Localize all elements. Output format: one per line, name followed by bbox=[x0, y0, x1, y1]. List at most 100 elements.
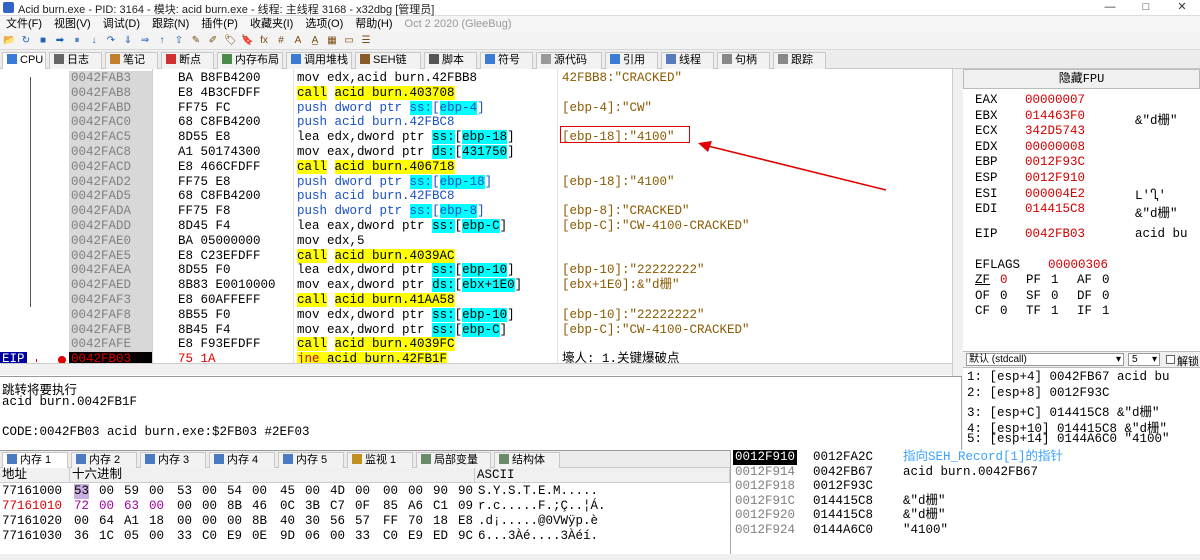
dump-byte[interactable]: 00 bbox=[74, 514, 89, 529]
stack-row[interactable]: 0012F924 0144A6C0 "4100" bbox=[731, 523, 1200, 538]
dump-tab-8[interactable]: 结构体 bbox=[494, 452, 560, 469]
stack-row[interactable]: 0012F914 0042FB67 acid burn.0042FB67 bbox=[731, 465, 1200, 480]
memory-dump[interactable]: 地址 十六进制 ASCII 77161000 53 00 59 00 53 00 54 00 45… bbox=[0, 468, 730, 560]
dump-byte[interactable]: E8 bbox=[458, 514, 473, 529]
dump-byte[interactable]: 18 bbox=[433, 514, 448, 529]
stack-row[interactable]: 0012F920 014415C8 &"d栅" bbox=[731, 508, 1200, 523]
tab-source[interactable]: 源代码 bbox=[536, 52, 602, 69]
open-icon[interactable]: 📂 bbox=[3, 35, 15, 47]
log-icon[interactable]: ☰ bbox=[360, 35, 372, 47]
calculator-icon[interactable]: ▦ bbox=[326, 35, 338, 47]
dump-byte[interactable]: C1 bbox=[433, 499, 448, 514]
flag-value[interactable]: 0 bbox=[1000, 273, 1008, 287]
dump-byte[interactable]: 53 bbox=[74, 484, 90, 499]
dump-byte[interactable]: E9 bbox=[408, 529, 423, 544]
dump-byte[interactable]: C7 bbox=[330, 499, 345, 514]
dump-tab-3[interactable]: 内存 3 bbox=[140, 452, 206, 469]
maximize-button[interactable]: □ bbox=[1128, 0, 1164, 16]
register-value[interactable]: 0012F93C bbox=[1025, 155, 1085, 169]
dump-byte[interactable]: 45 bbox=[280, 484, 295, 499]
dump-tab-7[interactable]: 局部变量 bbox=[416, 452, 491, 469]
dump-byte[interactable]: C0 bbox=[383, 529, 398, 544]
dump-byte[interactable]: 56 bbox=[330, 514, 345, 529]
dump-byte[interactable]: 00 bbox=[177, 514, 192, 529]
disasm-row[interactable]: 0042FAE0 BA 05000000 mov edx,5 bbox=[0, 233, 952, 249]
dump-byte[interactable]: 00 bbox=[252, 484, 267, 499]
unlock-checkbox[interactable] bbox=[1166, 355, 1175, 364]
tab-cpu[interactable]: CPU bbox=[2, 52, 46, 70]
dump-byte[interactable]: 00 bbox=[149, 484, 164, 499]
tab-breakpoint[interactable]: 断点 bbox=[161, 52, 214, 69]
memory-icon[interactable]: ▭ bbox=[343, 35, 355, 47]
minimize-button[interactable]: — bbox=[1092, 0, 1128, 16]
dump-byte[interactable]: 72 bbox=[74, 499, 89, 514]
dump-byte[interactable]: 09 bbox=[458, 499, 473, 514]
register-value[interactable]: 0012F910 bbox=[1025, 171, 1085, 185]
argument-count-spinner[interactable]: 5 ▾ bbox=[1128, 353, 1160, 366]
calling-convention-select[interactable]: 默认 (stdcall) ▾ bbox=[966, 353, 1124, 366]
run-icon[interactable]: ➡ bbox=[54, 35, 66, 47]
tab-notes[interactable]: 笔记 bbox=[105, 52, 158, 69]
register-value[interactable]: 014463F0 bbox=[1025, 109, 1085, 123]
dump-byte[interactable]: 9D bbox=[280, 529, 295, 544]
dump-byte[interactable]: 00 bbox=[149, 529, 164, 544]
dump-byte[interactable]: 00 bbox=[383, 484, 398, 499]
dump-byte[interactable]: 3B bbox=[305, 499, 320, 514]
dump-byte[interactable]: 0F bbox=[355, 499, 370, 514]
dump-byte[interactable]: 53 bbox=[177, 484, 192, 499]
dump-byte[interactable]: 90 bbox=[458, 484, 473, 499]
run-to-user-icon[interactable]: ⇧ bbox=[173, 35, 185, 47]
disasm-row[interactable]: 0042FAFE E8 F93EFDFF call acid burn.4039FC bbox=[0, 337, 952, 353]
text-icon[interactable]: A bbox=[292, 35, 304, 47]
dump-byte[interactable]: 59 bbox=[124, 484, 139, 499]
tab-references[interactable]: 引用 bbox=[605, 52, 658, 69]
dump-byte[interactable]: 1C bbox=[99, 529, 114, 544]
strings-icon[interactable]: A̲ bbox=[309, 35, 321, 47]
menu-debug[interactable]: 调试(D) bbox=[97, 16, 146, 32]
disassembly-scrollbar[interactable] bbox=[952, 69, 962, 376]
flag-value[interactable]: 0 bbox=[1051, 289, 1059, 303]
label-icon[interactable]: 🏷 bbox=[224, 35, 237, 47]
trace-over-icon[interactable]: ⇒ bbox=[139, 35, 151, 47]
dump-byte[interactable]: 40 bbox=[280, 514, 295, 529]
disasm-row[interactable]: 0042FAF8 8B55 F0 mov edx,dword ptr ss:[ebp… bbox=[0, 307, 952, 323]
dump-byte[interactable]: 00 bbox=[202, 499, 217, 514]
dump-byte[interactable]: 00 bbox=[355, 484, 370, 499]
dump-byte[interactable]: 00 bbox=[202, 514, 217, 529]
eflags-value[interactable]: 00000306 bbox=[1048, 258, 1108, 272]
restart-icon[interactable]: ↻ bbox=[20, 35, 32, 47]
hide-fpu-button[interactable]: 隐藏FPU bbox=[963, 69, 1200, 89]
step-into-icon[interactable]: ↓ bbox=[88, 35, 100, 47]
dump-byte[interactable]: 00 bbox=[149, 499, 164, 514]
dump-byte[interactable]: 06 bbox=[305, 529, 320, 544]
dump-tab-4[interactable]: 内存 4 bbox=[209, 452, 275, 469]
dump-byte[interactable]: 8B bbox=[252, 514, 267, 529]
dump-byte[interactable]: 33 bbox=[177, 529, 192, 544]
register-value[interactable]: 0042FB03 bbox=[1025, 227, 1085, 241]
menu-view[interactable]: 视图(V) bbox=[48, 16, 97, 32]
dump-byte[interactable]: 54 bbox=[227, 484, 242, 499]
close-button[interactable]: ✕ bbox=[1164, 0, 1200, 16]
dump-byte[interactable]: 00 bbox=[330, 529, 345, 544]
register-value[interactable]: 00000007 bbox=[1025, 93, 1085, 107]
pause-icon[interactable]: ⏸ bbox=[71, 35, 83, 47]
menu-options[interactable]: 选项(O) bbox=[299, 16, 349, 32]
menu-favourites[interactable]: 收藏夹(I) bbox=[244, 16, 299, 32]
flag-value[interactable]: 1 bbox=[1051, 273, 1059, 287]
dump-byte[interactable]: 00 bbox=[305, 484, 320, 499]
dump-byte[interactable]: 4D bbox=[330, 484, 345, 499]
dump-byte[interactable]: 46 bbox=[252, 499, 267, 514]
stack-row[interactable]: 0012F918 0012F93C bbox=[731, 479, 1200, 494]
flag-value[interactable]: 0 bbox=[1000, 289, 1008, 303]
menu-trace[interactable]: 跟踪(N) bbox=[146, 16, 195, 32]
dump-byte[interactable]: 70 bbox=[408, 514, 423, 529]
dump-byte[interactable]: 0E bbox=[252, 529, 267, 544]
dump-byte[interactable]: 85 bbox=[383, 499, 398, 514]
dump-byte[interactable]: 57 bbox=[355, 514, 370, 529]
disasm-row[interactable]: 0042FAB3 BA B8FB4200 mov edx,acid burn.42F… bbox=[0, 71, 952, 86]
register-value[interactable]: 00000008 bbox=[1025, 140, 1085, 154]
tab-script[interactable]: 脚本 bbox=[424, 52, 477, 69]
disasm-row[interactable]: 0042FAB8 E8 4B3CFDFF call acid burn.403708 bbox=[0, 85, 952, 101]
dump-byte[interactable]: C0 bbox=[202, 529, 217, 544]
flag-value[interactable]: 1 bbox=[1051, 304, 1059, 318]
